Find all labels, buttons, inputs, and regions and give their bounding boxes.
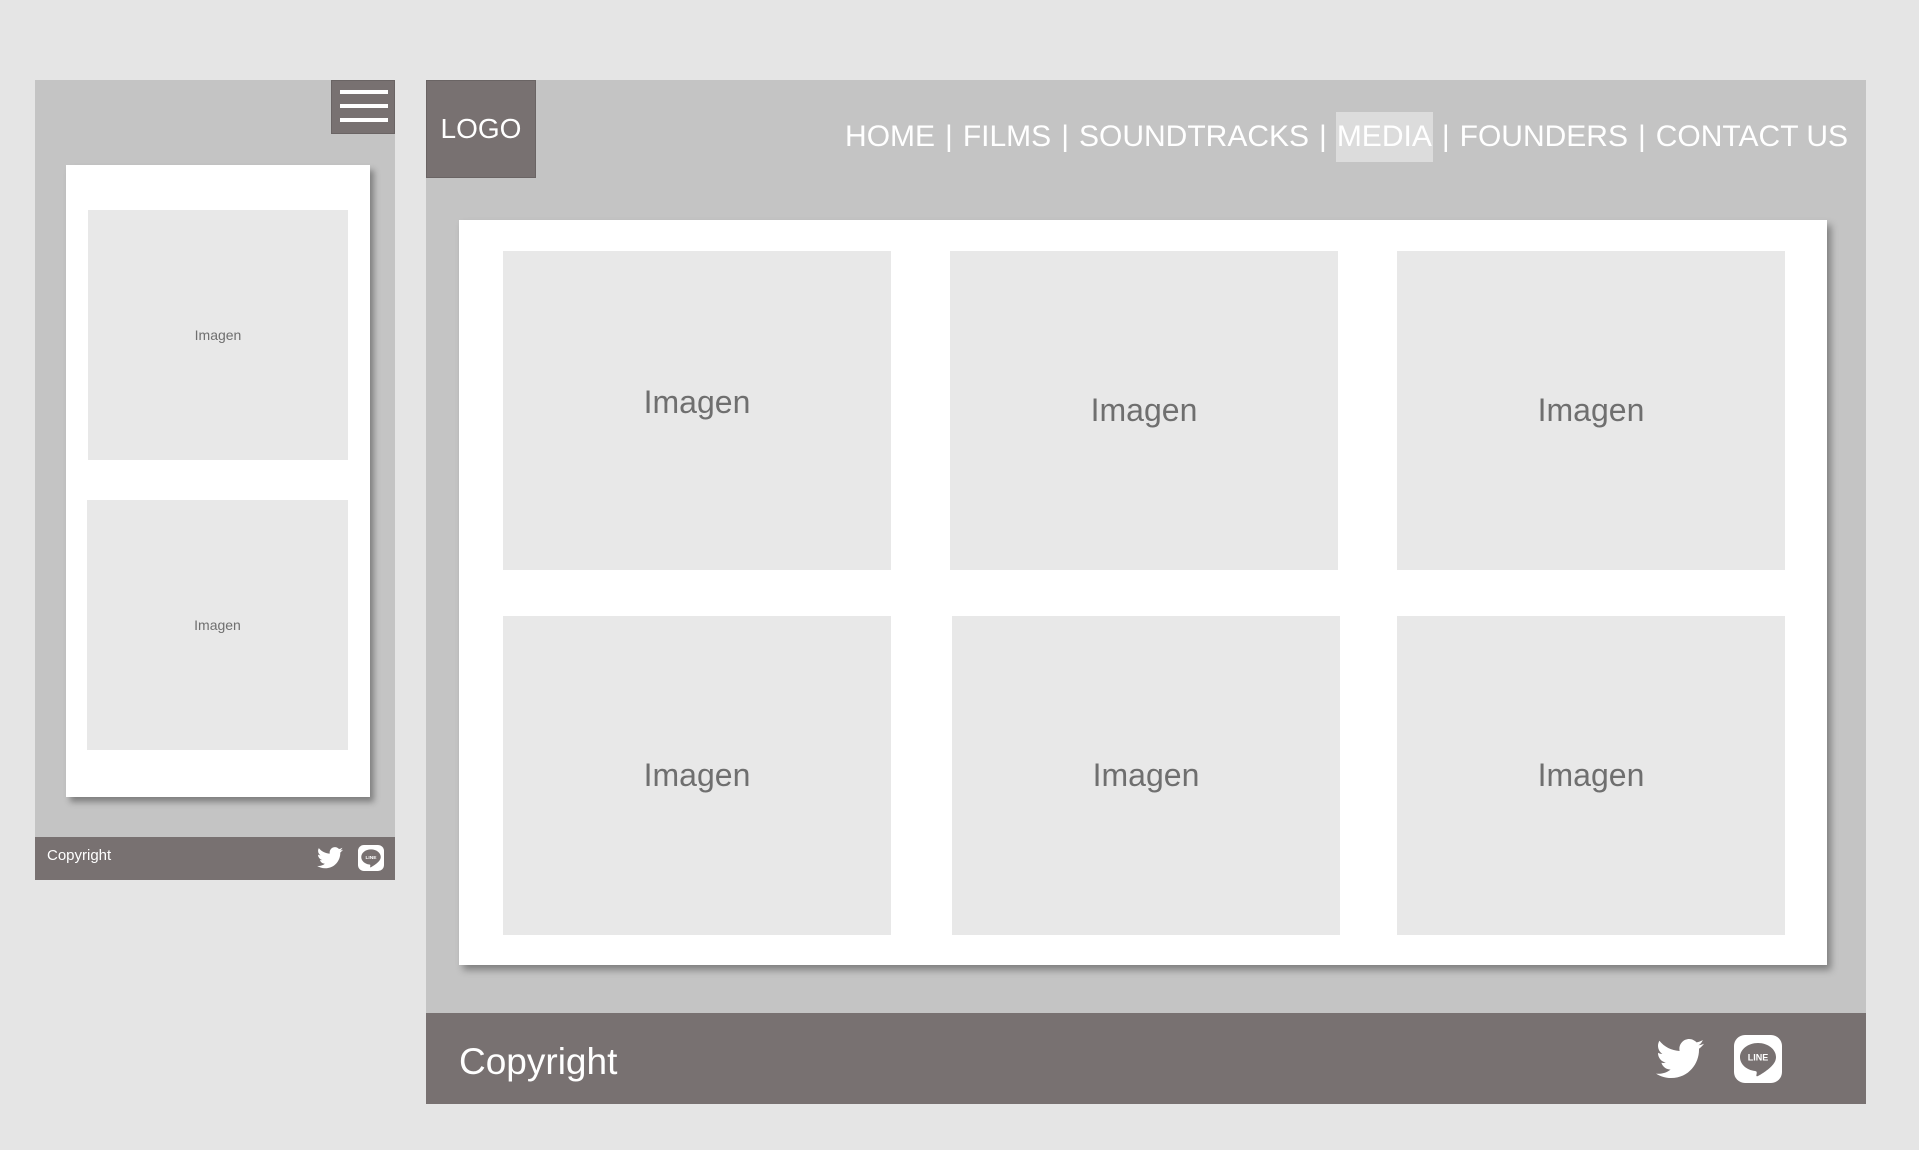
image-placeholder: Imagen (87, 500, 348, 750)
nav-separator: | (945, 120, 953, 153)
nav-films[interactable]: FILMS (962, 112, 1052, 162)
gallery-image[interactable]: Imagen (1397, 251, 1785, 570)
gallery-image[interactable]: Imagen (952, 616, 1340, 935)
gallery-image-label: Imagen (1092, 757, 1200, 793)
image-placeholder: Imagen (88, 210, 348, 460)
mobile-mockup: Imagen Imagen Copyright LINE (35, 80, 395, 880)
svg-text:LINE: LINE (1748, 1053, 1769, 1063)
media-gallery-card: Imagen Imagen Imagen Imagen Imagen Image… (459, 220, 1827, 965)
desktop-footer: Copyright LINE (426, 1013, 1866, 1104)
svg-text:LINE: LINE (365, 855, 377, 861)
gallery-image-label: Imagen (643, 384, 751, 420)
main-nav: HOME | FILMS | SOUNDTRACKS | MEDIA | FOU… (844, 112, 1849, 162)
line-icon[interactable]: LINE (1734, 1035, 1782, 1083)
mobile-content-card: Imagen Imagen (66, 165, 370, 797)
gallery-image[interactable]: Imagen (503, 251, 891, 570)
twitter-icon[interactable] (317, 847, 343, 869)
nav-home[interactable]: HOME (844, 112, 936, 162)
nav-separator: | (1441, 120, 1450, 153)
image-placeholder-label: Imagen (194, 617, 241, 633)
image-placeholder-label: Imagen (194, 327, 242, 343)
nav-separator: | (1319, 120, 1327, 153)
copyright-text: Copyright (459, 1041, 618, 1082)
nav-separator: | (1637, 120, 1646, 153)
hamburger-menu-icon[interactable] (331, 80, 395, 134)
nav-media[interactable]: MEDIA (1335, 112, 1433, 162)
logo-text: LOGO (440, 113, 522, 144)
gallery-image[interactable]: Imagen (503, 616, 891, 935)
nav-founders[interactable]: FOUNDERS (1459, 112, 1629, 162)
gallery-image[interactable]: Imagen (950, 251, 1338, 570)
nav-contact-us[interactable]: CONTACT US (1655, 112, 1849, 162)
nav-soundtracks[interactable]: SOUNDTRACKS (1078, 112, 1310, 162)
gallery-image-label: Imagen (643, 757, 751, 793)
gallery-image[interactable]: Imagen (1397, 616, 1785, 935)
copyright-text: Copyright (47, 847, 112, 864)
desktop-mockup: LOGO HOME | FILMS | SOUNDTRACKS | MEDIA … (426, 80, 1866, 1104)
gallery-image-label: Imagen (1537, 392, 1645, 428)
twitter-icon[interactable] (1656, 1039, 1704, 1079)
logo[interactable]: LOGO (426, 80, 536, 178)
nav-separator: | (1061, 120, 1069, 153)
gallery-image-label: Imagen (1537, 757, 1645, 793)
mobile-footer: Copyright LINE (35, 837, 395, 880)
gallery-image-label: Imagen (1090, 392, 1198, 428)
line-icon[interactable]: LINE (358, 845, 384, 871)
